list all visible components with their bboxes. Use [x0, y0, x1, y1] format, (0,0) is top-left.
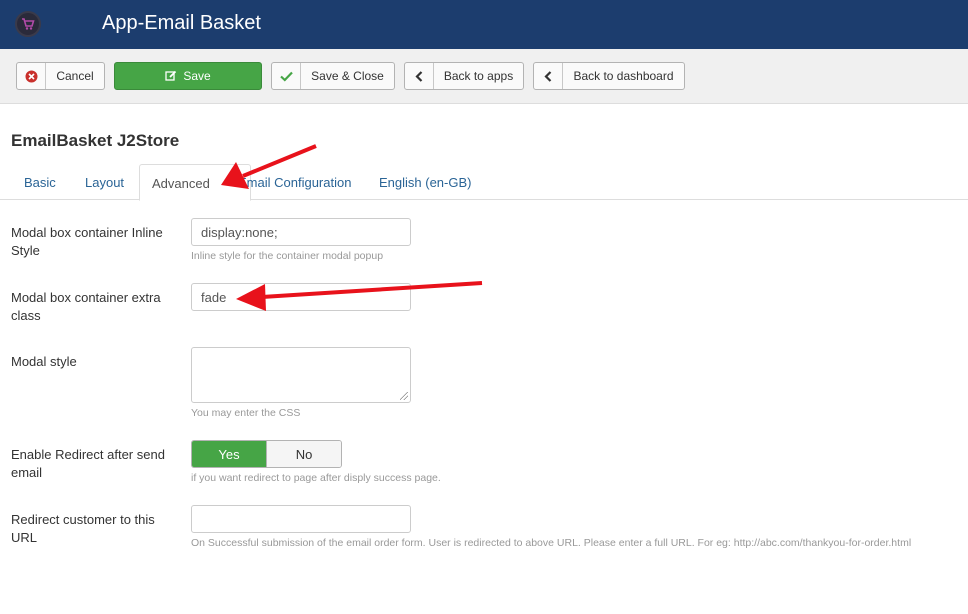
modal-inline-style-input[interactable]: display:none; [191, 218, 411, 246]
cancel-button[interactable]: Cancel [16, 62, 105, 90]
enable-redirect-label: Enable Redirect after send email [11, 447, 165, 480]
tab-english-en-gb[interactable]: English (en-GB) [379, 164, 471, 200]
tab-basic[interactable]: Basic [24, 164, 56, 200]
modal-extra-class-label: Modal box container extra class [11, 290, 161, 323]
enable-redirect-no[interactable]: No [266, 441, 341, 467]
chevron-left-icon [405, 63, 434, 89]
back-to-apps-label: Back to apps [443, 69, 514, 83]
tab-advanced[interactable]: Advanced [139, 164, 251, 201]
modal-inline-style-help: Inline style for the container modal pop… [191, 250, 384, 262]
check-icon [272, 63, 301, 89]
back-to-apps-button[interactable]: Back to apps [404, 62, 524, 90]
save-button-label: Save [183, 69, 211, 83]
tab-email-configuration[interactable]: Email Configuration [238, 164, 351, 200]
tab-layout[interactable]: Layout [85, 164, 124, 200]
save-button[interactable]: Save [114, 62, 262, 90]
action-toolbar: Cancel Save Save & Close Back to apps Ba… [0, 49, 968, 104]
redirect-url-input[interactable] [191, 505, 411, 533]
enable-redirect-toggle: Yes No [191, 440, 342, 468]
redirect-url-label: Redirect customer to this URL [11, 512, 155, 545]
cancel-button-label: Cancel [56, 69, 94, 83]
modal-style-label: Modal style [11, 354, 77, 369]
modal-inline-style-label: Modal box container Inline Style [11, 225, 163, 258]
enable-redirect-yes[interactable]: Yes [192, 441, 266, 467]
edit-icon [165, 70, 177, 82]
tab-bar: Basic Layout Advanced Email Configuratio… [0, 164, 968, 201]
app-title: App-Email Basket [102, 12, 261, 34]
modal-style-help: You may enter the CSS [191, 407, 301, 419]
save-close-button-label: Save & Close [311, 69, 384, 83]
top-header-bar: App-Email Basket [0, 0, 968, 49]
back-to-dashboard-label: Back to dashboard [573, 69, 674, 83]
back-to-dashboard-button[interactable]: Back to dashboard [533, 62, 685, 90]
save-close-button[interactable]: Save & Close [271, 62, 395, 90]
enable-redirect-help: if you want redirect to page after displ… [191, 472, 441, 484]
chevron-left-icon [534, 63, 563, 89]
cart-logo-icon [15, 11, 41, 37]
page-title: EmailBasket J2Store [11, 131, 180, 150]
cancel-icon [17, 63, 46, 89]
modal-extra-class-input[interactable]: fade [191, 283, 411, 311]
redirect-url-help: On Successful submission of the email or… [191, 537, 912, 549]
resize-grip-icon[interactable] [400, 392, 408, 400]
modal-style-textarea[interactable] [191, 347, 411, 403]
